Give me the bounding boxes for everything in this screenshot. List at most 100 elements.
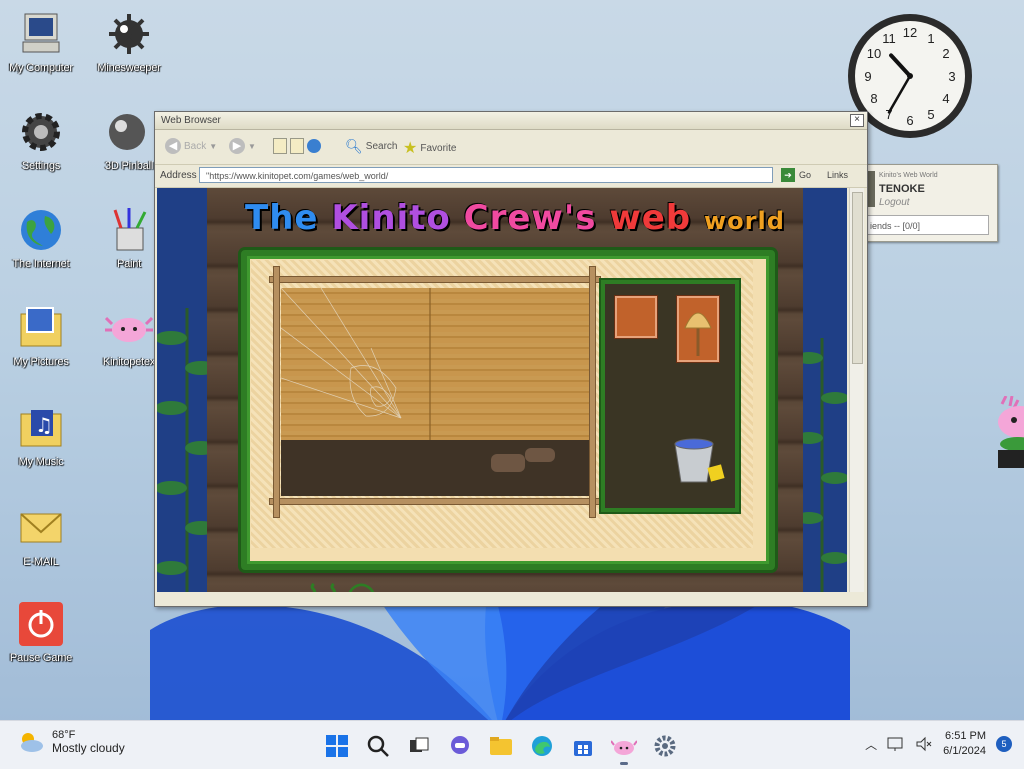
links-label[interactable]: Links <box>827 170 848 180</box>
address-label: Address <box>160 170 197 181</box>
desktop-icon-label: Pause Game <box>9 652 73 664</box>
back-label: Back <box>184 140 207 152</box>
plant-decoration-right <box>797 338 847 592</box>
chat-button[interactable] <box>445 731 475 761</box>
store-icon <box>574 741 592 756</box>
logout-link[interactable]: Logout <box>879 197 910 208</box>
wood-wall-scene[interactable] <box>281 288 591 443</box>
friends-list-box[interactable]: iends -- [0/0] <box>867 215 989 235</box>
axolotl-icon <box>611 740 637 755</box>
svg-text:8: 8 <box>870 91 877 106</box>
desktop-icon-pause-game[interactable]: Pause Game <box>0 600 84 664</box>
folder-icon <box>490 737 512 755</box>
close-button[interactable]: × <box>850 114 864 127</box>
water-bucket-icon[interactable] <box>671 434 727 490</box>
chevron-down-icon: ▼ <box>209 141 218 151</box>
url-input[interactable]: "https://www.kinitopet.com/games/web_wor… <box>199 167 773 183</box>
rock <box>525 448 555 462</box>
pinball-icon <box>105 108 153 156</box>
title-word-world: world <box>703 207 785 235</box>
desktop-icon-label: E-MAIL <box>23 556 59 568</box>
paint-icon <box>105 206 153 254</box>
back-arrow-icon: ◀ <box>165 138 181 154</box>
window-title: Web Browser <box>161 115 221 126</box>
desktop-icon-minesweeper[interactable]: Minesweeper <box>86 10 172 74</box>
computer-icon <box>17 10 65 58</box>
gear-icon <box>654 735 676 757</box>
edge-icon <box>532 736 552 756</box>
go-label[interactable]: Go <box>799 170 811 180</box>
weather-temp: 68°F <box>52 729 76 741</box>
web-browser-window[interactable]: Web Browser × ◀ Back ▼ ▶ ▼ 🔍︎ Search ★ F… <box>154 111 868 607</box>
page-tools[interactable] <box>273 138 321 154</box>
system-tray: ︿ 6:51 PM 6/1/2024 5 <box>865 729 1012 759</box>
address-bar: Address "https://www.kinitopet.com/games… <box>155 165 867 188</box>
music-folder-icon: ♫ <box>17 404 65 452</box>
browser-content: The Kinito Crew's web world <box>157 188 847 592</box>
envelope-icon <box>17 504 65 552</box>
taskbar: 68°F Mostly cloudy ︿ 6:51 PM 6/1/2024 5 <box>0 720 1024 769</box>
scrollbar-thumb[interactable] <box>852 192 863 364</box>
taskbar-apps <box>322 731 680 765</box>
notification-badge[interactable]: 5 <box>996 736 1012 752</box>
kinito-character-peek <box>998 396 1024 468</box>
power-icon <box>17 600 65 648</box>
favorite-button[interactable]: ★ Favorite <box>403 138 456 158</box>
desktop-icon-label: Settings <box>21 160 61 172</box>
favorite-label: Favorite <box>420 142 457 154</box>
forward-arrow-icon: ▶ <box>229 138 245 154</box>
weather-widget[interactable]: 68°F Mostly cloudy <box>18 729 125 755</box>
desktop-icon-email[interactable]: E-MAIL <box>0 504 84 568</box>
desktop-icon-my-pictures[interactable]: My Pictures <box>0 304 84 368</box>
vertical-scrollbar[interactable] <box>849 188 864 592</box>
title-word-the: The <box>245 198 319 238</box>
svg-text:6: 6 <box>906 113 913 128</box>
windows-logo-icon <box>326 735 348 757</box>
task-view-button[interactable] <box>404 731 434 761</box>
weather-desc: Mostly cloudy <box>52 741 125 755</box>
browser-toolbar: ◀ Back ▼ ▶ ▼ 🔍︎ Search ★ Favorite <box>155 130 867 165</box>
network-icon[interactable] <box>887 736 905 752</box>
search-button[interactable]: 🔍︎ Search <box>345 138 397 155</box>
svg-text:11: 11 <box>882 31 896 46</box>
inventory-slot-broom[interactable] <box>677 296 719 362</box>
desktop-icon-the-internet[interactable]: The Internet <box>0 206 84 270</box>
mine-icon <box>105 10 153 58</box>
next-title-fragment: ⌇ ⌇ ◯ <box>307 580 427 592</box>
window-titlebar[interactable]: Web Browser × <box>155 112 867 130</box>
page-icon <box>273 138 287 154</box>
svg-text:5: 5 <box>927 107 934 122</box>
desktop-icon-settings[interactable]: Settings <box>0 108 84 172</box>
chevron-up-icon[interactable]: ︿ <box>865 736 877 753</box>
desktop-icon-my-computer[interactable]: My Computer <box>0 10 84 74</box>
inventory-panel <box>601 280 739 512</box>
desktop-icon-label: My Pictures <box>13 356 69 368</box>
store-button[interactable] <box>568 731 598 761</box>
back-button[interactable]: ◀ Back ▼ <box>165 138 217 154</box>
svg-text:1: 1 <box>927 31 934 46</box>
volume-muted-icon[interactable] <box>915 736 933 752</box>
title-word-crews: Crew's <box>463 198 597 238</box>
spiderweb-icon[interactable] <box>281 288 421 438</box>
desktop-icon-label: The Internet <box>12 258 70 270</box>
edge-button[interactable] <box>527 731 557 761</box>
widget-caption: Kinito's Web World <box>879 172 938 179</box>
go-arrow-icon[interactable]: ➔ <box>781 168 795 182</box>
search-taskbar-button[interactable] <box>363 731 393 761</box>
kinito-taskbar-button[interactable] <box>609 731 639 765</box>
clock-datetime[interactable]: 6:51 PM 6/1/2024 <box>943 729 986 759</box>
title-word-kinito: Kinito <box>331 198 451 238</box>
settings-taskbar-button[interactable] <box>650 731 680 761</box>
taskbar-time: 6:51 PM <box>945 730 986 742</box>
desktop-icon-my-music[interactable]: ♫ My Music <box>0 404 84 468</box>
globe-icon <box>307 139 321 153</box>
pictures-folder-icon <box>17 304 65 352</box>
inventory-slot-empty[interactable] <box>615 296 657 338</box>
svg-text:12: 12 <box>903 25 917 40</box>
svg-text:2: 2 <box>942 46 949 61</box>
forward-button[interactable]: ▶ ▼ <box>229 138 256 154</box>
file-explorer-button[interactable] <box>486 731 516 761</box>
chat-icon <box>451 736 469 754</box>
start-button[interactable] <box>322 731 352 761</box>
chevron-down-icon: ▼ <box>248 141 256 151</box>
